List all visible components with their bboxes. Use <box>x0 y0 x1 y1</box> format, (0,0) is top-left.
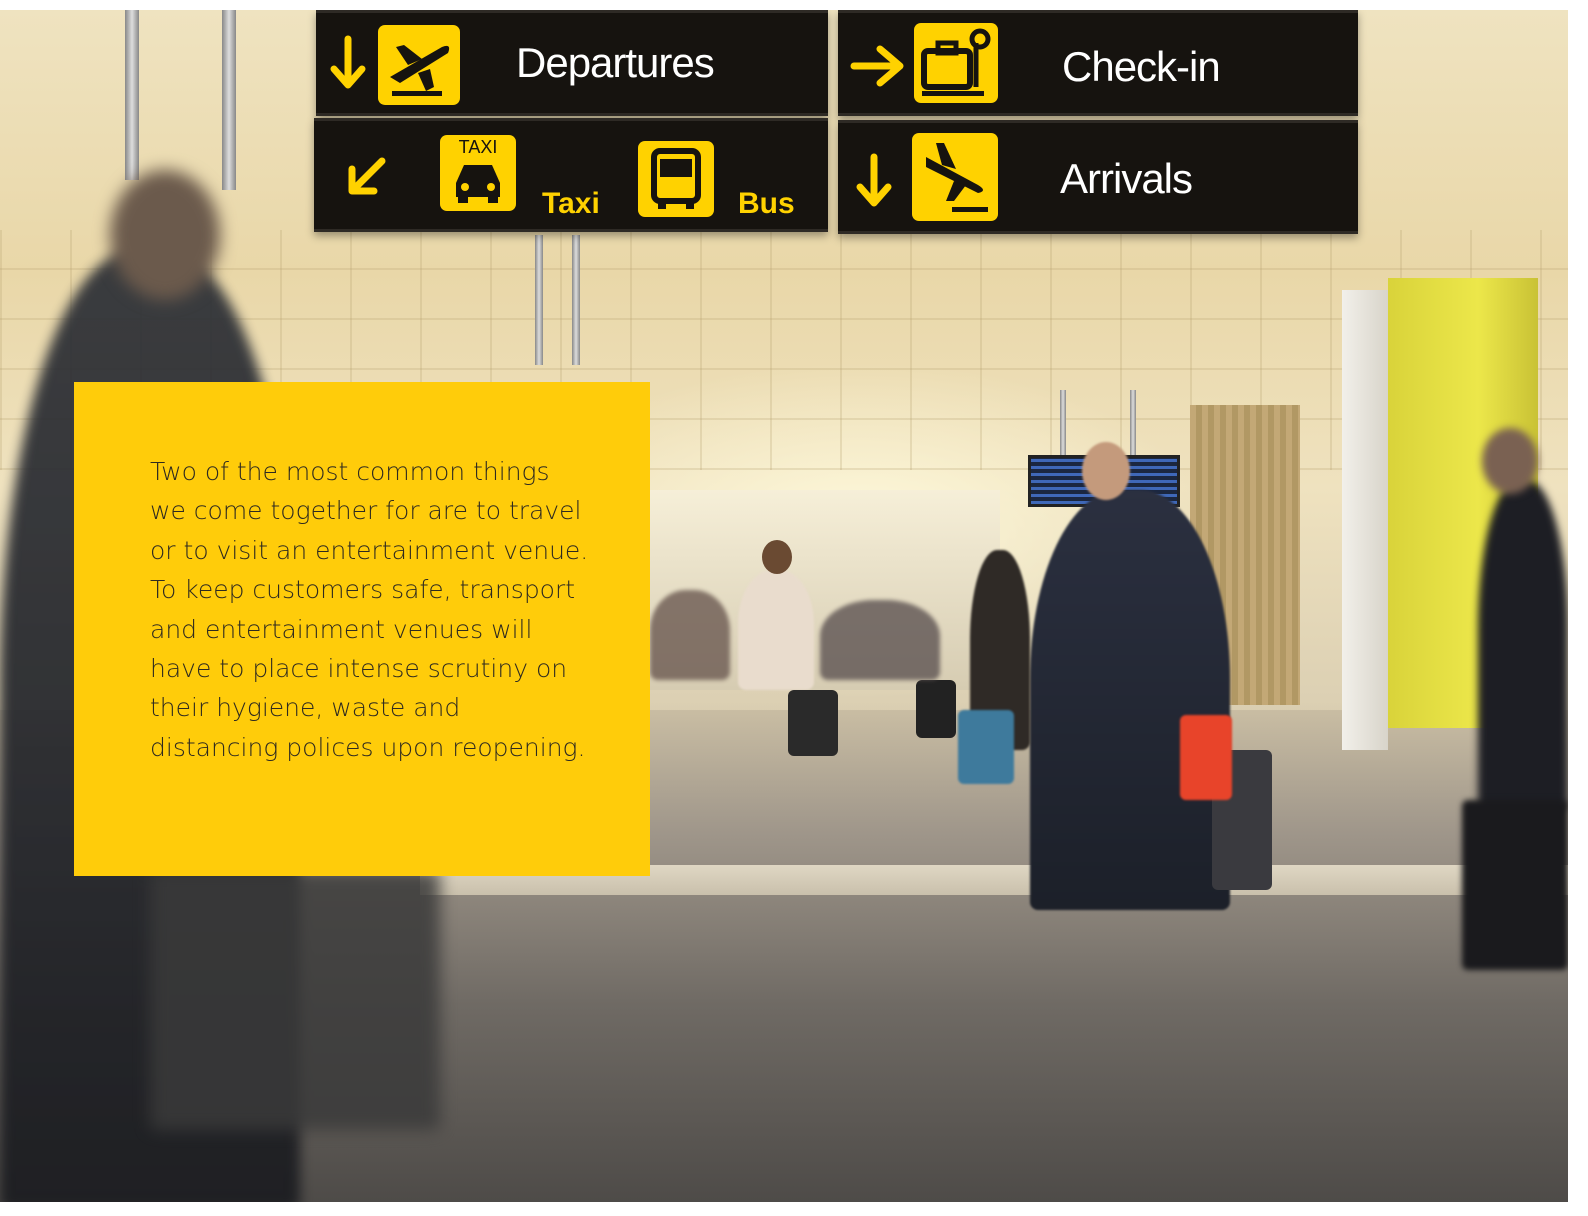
blurred-traveler-head <box>110 170 220 300</box>
white-pillar <box>1342 290 1388 750</box>
sign-rod <box>125 10 139 180</box>
sign-rod <box>572 235 580 365</box>
panel-paragraph: Two of the most common things we come to… <box>150 457 589 762</box>
arrivals-sign: Arrivals <box>838 120 1358 234</box>
check-in-label: Check-in <box>1062 43 1221 90</box>
taxi-badge: TAXI <box>458 137 498 157</box>
traveler-head <box>1082 442 1130 500</box>
bus-icon <box>638 141 714 217</box>
taxi-bus-sign: TAXI Taxi Bus <box>314 118 828 232</box>
crowd <box>820 600 940 680</box>
crowd <box>650 590 730 680</box>
sign-rod <box>535 235 543 365</box>
arrivals-label: Arrivals <box>1060 155 1193 202</box>
check-in-sign: Check-in <box>838 10 1358 116</box>
departing-plane-icon <box>378 25 460 105</box>
taxi-icon: TAXI <box>440 135 516 211</box>
blurred-luggage <box>1462 800 1568 970</box>
traveler-white-coat <box>738 570 814 690</box>
traveler-suit <box>1030 490 1230 910</box>
blurred-luggage <box>150 870 440 1130</box>
taxi-label: Taxi <box>542 187 600 220</box>
traveler-head <box>762 540 792 574</box>
screen-rod <box>1130 390 1136 460</box>
luggage-icon <box>914 23 998 103</box>
departures-label: Departures <box>516 39 715 86</box>
departures-sign: Departures <box>316 10 828 116</box>
blue-duffel-bag <box>958 710 1014 784</box>
red-suitcase <box>1180 715 1232 800</box>
down-arrow-icon <box>856 153 892 207</box>
arriving-plane-icon <box>912 133 998 221</box>
blurred-traveler-right <box>1478 480 1568 810</box>
bus-label: Bus <box>738 187 795 220</box>
suitcase <box>788 690 838 756</box>
suitcase <box>916 680 956 738</box>
right-arrow-icon <box>850 45 904 87</box>
down-left-arrow-icon <box>348 157 386 195</box>
down-arrow-icon <box>330 35 366 89</box>
text-panel: Two of the most common things we come to… <box>74 382 650 876</box>
blurred-traveler-head <box>1482 428 1538 494</box>
screen-rod <box>1060 390 1066 460</box>
sign-rod <box>222 10 236 190</box>
